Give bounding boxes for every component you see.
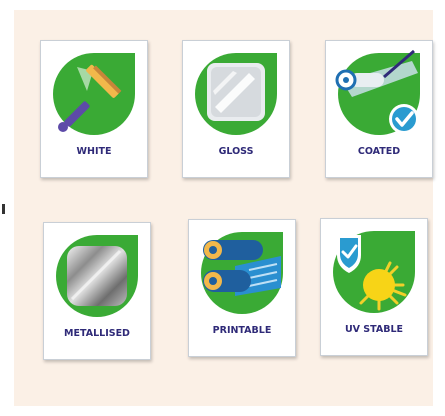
- feature-label: COATED: [357, 146, 401, 157]
- sun-shield-icon: [333, 231, 415, 313]
- feature-label: PRINTABLE: [212, 325, 272, 336]
- squeegee-icon: [53, 53, 135, 135]
- feature-card-gloss: GLOSS: [182, 40, 290, 178]
- feature-card-uv-stable: UV STABLE: [320, 218, 428, 356]
- metallic-cylinder-icon: [56, 235, 138, 317]
- feature-card-white: WHITE: [40, 40, 148, 178]
- feature-label: METALLISED: [64, 328, 130, 339]
- feature-card-printable: PRINTABLE: [188, 219, 296, 357]
- feature-card-coated: COATED: [325, 40, 433, 178]
- coating-roller-icon: [335, 49, 420, 135]
- glossy-sheet-icon: [195, 53, 277, 135]
- edge-mark: [2, 204, 5, 214]
- print-rollers-icon: [201, 232, 283, 314]
- feature-card-metallised: METALLISED: [43, 222, 151, 360]
- feature-label: WHITE: [76, 146, 112, 157]
- feature-label: UV STABLE: [344, 324, 404, 335]
- feature-label: GLOSS: [218, 146, 254, 157]
